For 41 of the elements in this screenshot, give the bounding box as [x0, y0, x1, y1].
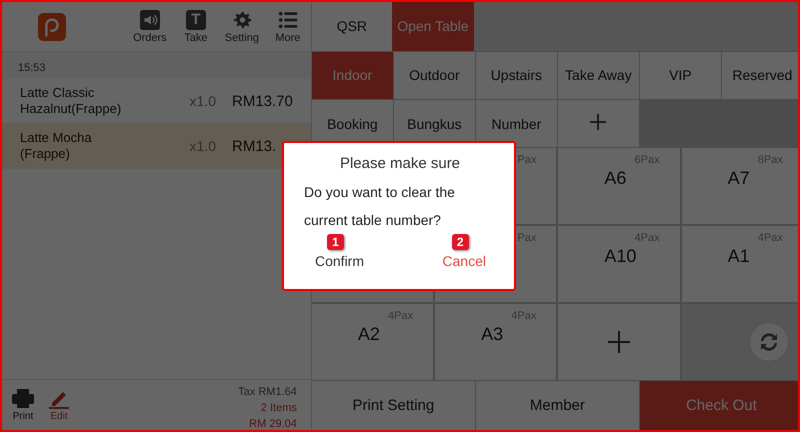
check-out-button[interactable]: Check Out	[640, 381, 798, 430]
item-count: 2 Items	[260, 401, 297, 416]
toolbar-take-button[interactable]: T Take	[172, 10, 219, 44]
tax-amount: Tax RM1.64	[238, 385, 297, 400]
item-name: Latte Mocha (Frappe)	[20, 130, 93, 162]
toolbar-orders-button[interactable]: Orders	[126, 10, 173, 44]
gear-icon	[232, 10, 252, 30]
print-button[interactable]: Print	[12, 388, 34, 422]
edit-button[interactable]: Edit	[48, 388, 70, 422]
step-badge: 2	[452, 234, 469, 250]
footer-button[interactable]: Print Setting	[312, 381, 475, 430]
toolbar-more-button[interactable]: More	[264, 10, 311, 44]
area-tab[interactable]: VIP	[640, 52, 721, 99]
item-name: Latte Classic Hazalnut(Frappe)	[20, 85, 122, 117]
dialog-message: Do you want to clear the current table number?	[304, 183, 456, 230]
dialog-title: Please make sure	[338, 155, 462, 172]
item-price: RM13.70	[232, 92, 293, 110]
item-price: RM13.	[232, 138, 276, 154]
add-table-button[interactable]	[558, 304, 680, 380]
letter-icon: T	[186, 10, 206, 30]
footer-button[interactable]: Member	[476, 381, 639, 430]
cancel-button[interactable]: Cancel	[442, 253, 486, 269]
speaker-icon	[140, 10, 160, 30]
order-time: 15:53	[2, 52, 311, 79]
area-tab[interactable]: Upstairs	[476, 52, 557, 99]
logo-icon	[38, 12, 66, 40]
add-area-button[interactable]	[558, 100, 639, 148]
toolbar-setting-button[interactable]: Setting	[218, 10, 265, 44]
total-amount: RM 29.04	[249, 417, 297, 430]
area-tab[interactable]: Number	[476, 100, 557, 148]
plus-icon	[608, 331, 630, 354]
plus-icon	[590, 114, 606, 130]
menu-icon	[278, 10, 298, 30]
mode-tab[interactable]: QSR	[312, 2, 392, 51]
area-tab[interactable]: Indoor	[312, 52, 393, 99]
step-badge: 1	[327, 234, 344, 250]
mode-tab[interactable]: Open Table	[392, 2, 474, 51]
confirm-button[interactable]: Confirm	[315, 253, 364, 269]
area-tab[interactable]: Outdoor	[394, 52, 475, 99]
area-tab[interactable]: Take Away	[558, 52, 639, 99]
area-tab[interactable]: Reserved	[722, 52, 798, 99]
